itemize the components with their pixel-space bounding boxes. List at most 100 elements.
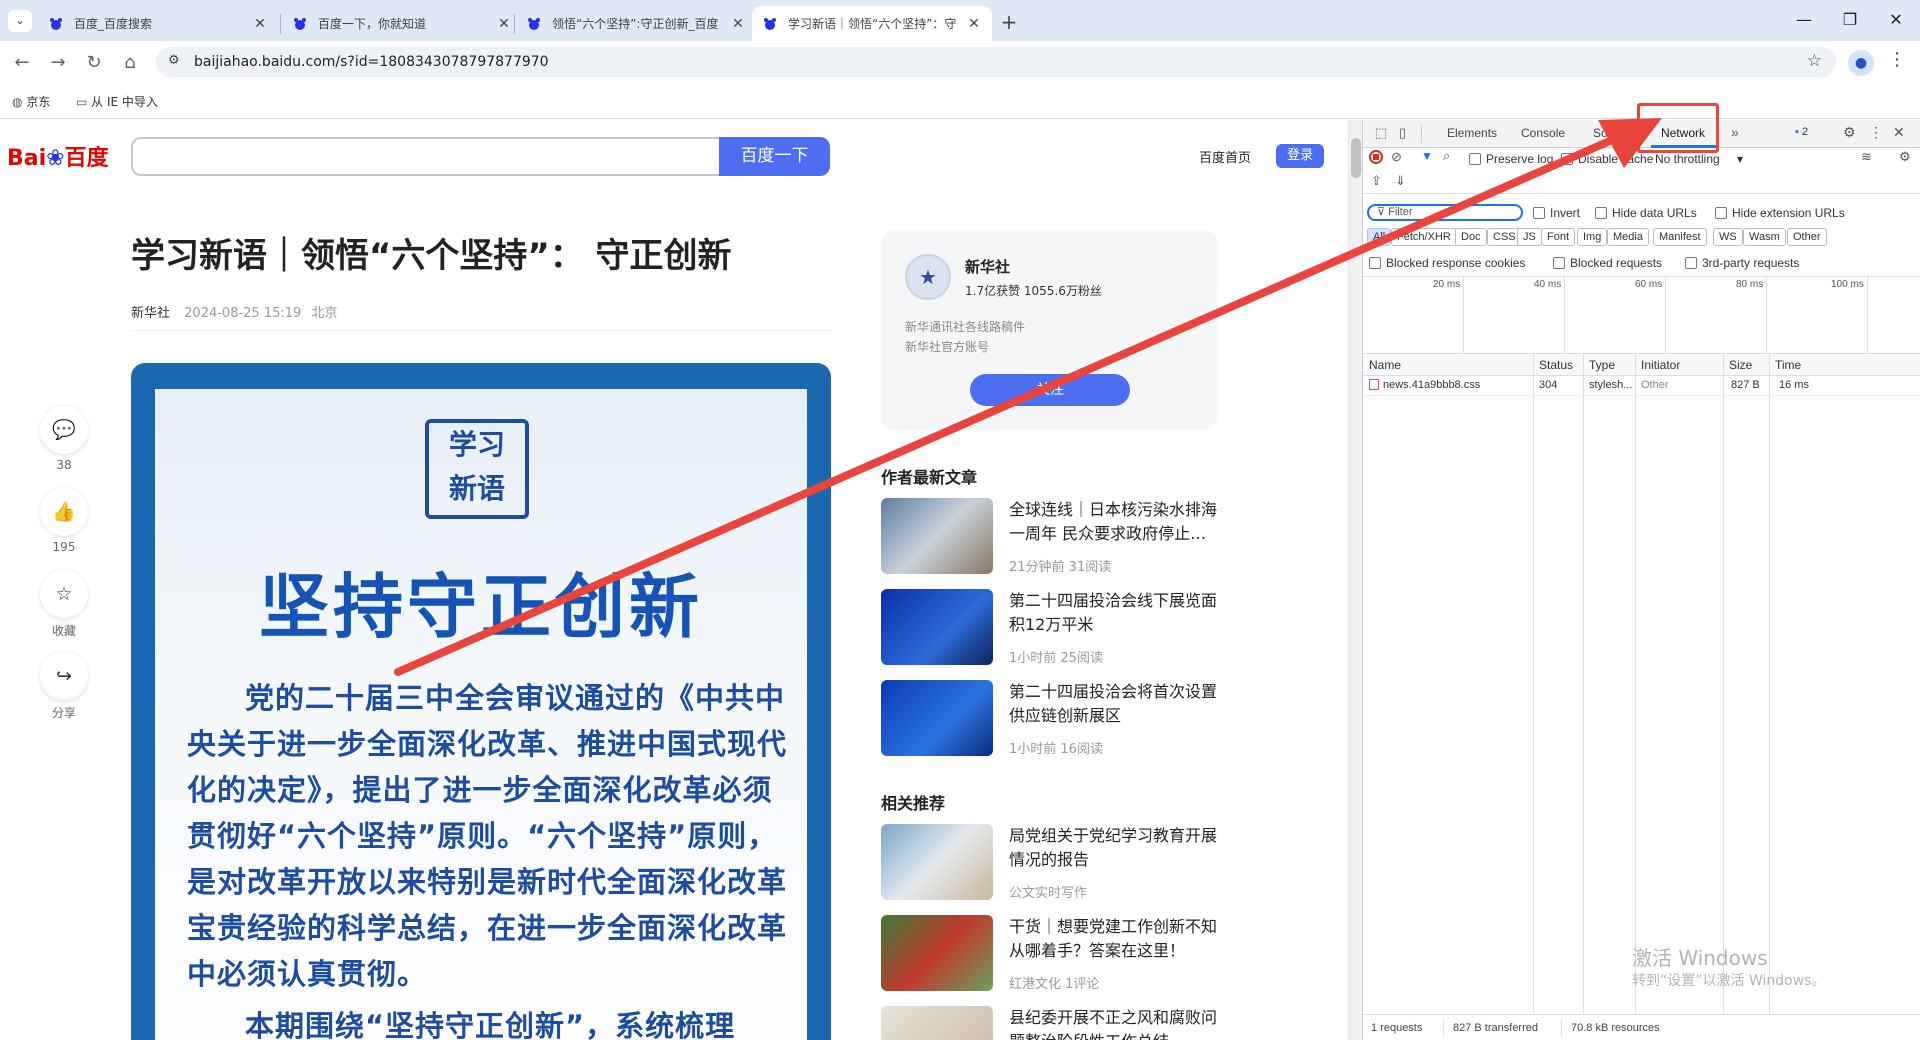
article-author[interactable]: 新华社 <box>131 306 170 321</box>
third-party-checkbox[interactable]: 3rd-party requests <box>1685 256 1799 270</box>
tab-close-icon[interactable]: ✕ <box>496 16 512 32</box>
home-icon[interactable]: ⌂ <box>116 49 144 77</box>
type-filter-doc[interactable]: Doc <box>1455 228 1487 246</box>
image-body-text: 党的二十届三中全会审议通过的《中共中央关于进一步全面深化改革、推进中国式现代化的… <box>187 675 787 1040</box>
record-stop-icon[interactable] <box>1369 150 1383 164</box>
tab-sources[interactable]: Sources <box>1593 126 1637 140</box>
bookmark-jd[interactable]: ◍ 京东 <box>12 93 50 110</box>
col-status[interactable]: Status <box>1539 358 1573 372</box>
baidu-search-button[interactable]: 百度一下 <box>719 137 830 176</box>
profile-icon[interactable]: ● <box>1848 50 1874 76</box>
article-thumbnail <box>881 1006 993 1040</box>
search-icon[interactable]: ⌕ <box>1443 148 1450 164</box>
issues-badge[interactable]: ▪ 2 <box>1795 126 1808 138</box>
type-filter-all[interactable]: All <box>1367 228 1392 246</box>
tab-3[interactable]: 领悟“六个坚持”:守正创新_百度 ✕ <box>516 6 756 41</box>
filter-funnel-icon[interactable]: ▼ <box>1421 149 1433 163</box>
bookmark-label: 从 IE 中导入 <box>91 95 158 109</box>
network-settings-icon[interactable]: ⚙ <box>1899 149 1911 165</box>
tab-close-icon[interactable]: ✕ <box>966 16 982 32</box>
devtools-menu-icon[interactable]: ⋮ <box>1869 124 1883 141</box>
tab-elements[interactable]: Elements <box>1447 126 1497 140</box>
tab-console[interactable]: Console <box>1521 126 1565 140</box>
type-filter-img[interactable]: Img <box>1577 228 1608 246</box>
col-initiator[interactable]: Initiator <box>1641 358 1680 372</box>
type-filter-other[interactable]: Other <box>1787 228 1827 246</box>
blocked-cookies-checkbox[interactable]: Blocked response cookies <box>1369 256 1525 270</box>
disable-cache-checkbox[interactable]: Disable cache <box>1561 152 1653 166</box>
throttling-select[interactable]: No throttling ▾ <box>1655 152 1743 166</box>
forward-icon[interactable]: → <box>44 49 72 77</box>
browser-menu-icon[interactable]: ⋮ <box>1888 49 1906 70</box>
back-icon[interactable]: ← <box>8 49 36 77</box>
latest-item[interactable]: 全球连线｜日本核污染水排海一周年 民众要求政府停止… 21分钟前 31阅读 <box>881 498 1221 576</box>
favorite-button[interactable]: ☆ <box>40 570 88 618</box>
baidu-home-link[interactable]: 百度首页 <box>1199 147 1251 166</box>
type-filter-manifest[interactable]: Manifest <box>1653 228 1707 246</box>
filter-input[interactable]: ⊽ Filter <box>1367 204 1523 221</box>
page-scrollbar[interactable] <box>1348 120 1362 1040</box>
inspect-element-icon[interactable]: ⬚ <box>1375 125 1387 141</box>
tab-search-icon[interactable]: ⌄ <box>8 10 32 32</box>
latest-item[interactable]: 第二十四届投洽会线下展览面积12万平米 1小时前 25阅读 <box>881 589 1221 667</box>
item-meta: 公文实时写作 <box>1009 886 1088 901</box>
site-info-icon[interactable]: ⚙ <box>168 53 180 68</box>
comment-button[interactable]: 💬 <box>40 406 88 454</box>
tab-close-icon[interactable]: ✕ <box>252 16 268 32</box>
related-item[interactable]: 县纪委开展不正之风和腐败问题整治阶段性工作总结 <box>881 1006 1221 1040</box>
minimize-icon[interactable]: — <box>1786 8 1822 32</box>
import-har-icon[interactable]: ⇪ <box>1371 173 1382 189</box>
type-filter-ws[interactable]: WS <box>1713 228 1743 246</box>
request-row[interactable]: news.41a9bbb8.css 304 stylesh... Other 8… <box>1363 376 1920 396</box>
more-tabs-icon[interactable]: » <box>1731 124 1739 140</box>
tab-4-active[interactable]: 学习新语｜领悟“六个坚持”：守 ✕ <box>752 6 992 41</box>
follow-button[interactable]: 关注 <box>970 374 1130 406</box>
hide-data-urls-checkbox[interactable]: Hide data URLs <box>1595 206 1697 220</box>
export-har-icon[interactable]: ⇓ <box>1395 173 1406 189</box>
tab-1[interactable]: 百度_百度搜索 ✕ <box>38 6 278 41</box>
network-conditions-icon[interactable]: ≋ <box>1861 149 1872 165</box>
search-input[interactable] <box>131 137 719 176</box>
latest-item[interactable]: 第二十四届投洽会将首次设置供应链创新展区 1小时前 16阅读 <box>881 680 1221 758</box>
col-name[interactable]: Name <box>1369 358 1401 372</box>
type-filter-wasm[interactable]: Wasm <box>1743 228 1786 246</box>
baidu-logo[interactable]: Bai❀百度 <box>7 140 109 172</box>
article-thumbnail <box>881 680 993 756</box>
tab-close-icon[interactable]: ✕ <box>730 16 746 32</box>
col-type[interactable]: Type <box>1589 358 1615 372</box>
type-filter-font[interactable]: Font <box>1541 228 1576 246</box>
col-size[interactable]: Size <box>1729 358 1752 372</box>
device-toolbar-icon[interactable]: ▯ <box>1399 125 1406 141</box>
type-filter-media[interactable]: Media <box>1607 228 1649 246</box>
requests-table-header: Name Status Type Initiator Size Time <box>1363 354 1920 376</box>
windows-watermark-subtitle: 转到“设置”以激活 Windows。 <box>1632 973 1826 989</box>
type-filter-js[interactable]: JS <box>1517 228 1542 246</box>
tab-2[interactable]: 百度一下，你就知道 ✕ <box>282 6 522 41</box>
author-name[interactable]: 新华社 <box>965 256 1010 277</box>
hide-extension-urls-checkbox[interactable]: Hide extension URLs <box>1715 206 1845 220</box>
scrollbar-thumb[interactable] <box>1351 138 1361 178</box>
like-button[interactable]: 👍 <box>40 488 88 536</box>
reload-icon[interactable]: ↻ <box>80 49 108 77</box>
logo-line: 新语 <box>448 472 505 505</box>
login-button[interactable]: 登录 <box>1276 144 1324 168</box>
invert-checkbox[interactable]: Invert <box>1533 206 1580 220</box>
bookmark-star-icon[interactable]: ☆ <box>1807 51 1822 71</box>
timeline-overview[interactable]: 20 ms 40 ms 60 ms 80 ms 100 ms <box>1363 276 1920 354</box>
related-item[interactable]: 干货｜想要党建工作创新不知从哪着手？答案在这里！ 红港文化 1评论 <box>881 915 1221 993</box>
address-bar[interactable]: ⚙ baijiahao.baidu.com/s?id=1808343078797… <box>156 47 1836 77</box>
author-avatar[interactable]: ★ <box>905 254 951 300</box>
type-filter-fetch-xhr[interactable]: Fetch/XHR <box>1391 228 1457 246</box>
bookmark-folder-ie[interactable]: ▭ 从 IE 中导入 <box>76 93 158 110</box>
close-window-icon[interactable]: ✕ <box>1878 8 1914 32</box>
restore-icon[interactable]: ❐ <box>1832 8 1868 32</box>
settings-gear-icon[interactable]: ⚙ <box>1843 124 1856 141</box>
clear-icon[interactable]: ⊘ <box>1391 149 1402 165</box>
related-item[interactable]: 局党组关于党纪学习教育开展情况的报告 公文实时写作 <box>881 824 1221 902</box>
close-devtools-icon[interactable]: ✕ <box>1893 124 1905 141</box>
new-tab-button[interactable]: + <box>996 9 1022 35</box>
preserve-log-checkbox[interactable]: Preserve log <box>1469 152 1553 166</box>
col-time[interactable]: Time <box>1775 358 1801 372</box>
blocked-requests-checkbox[interactable]: Blocked requests <box>1553 256 1662 270</box>
share-button[interactable]: ↪ <box>40 652 88 700</box>
